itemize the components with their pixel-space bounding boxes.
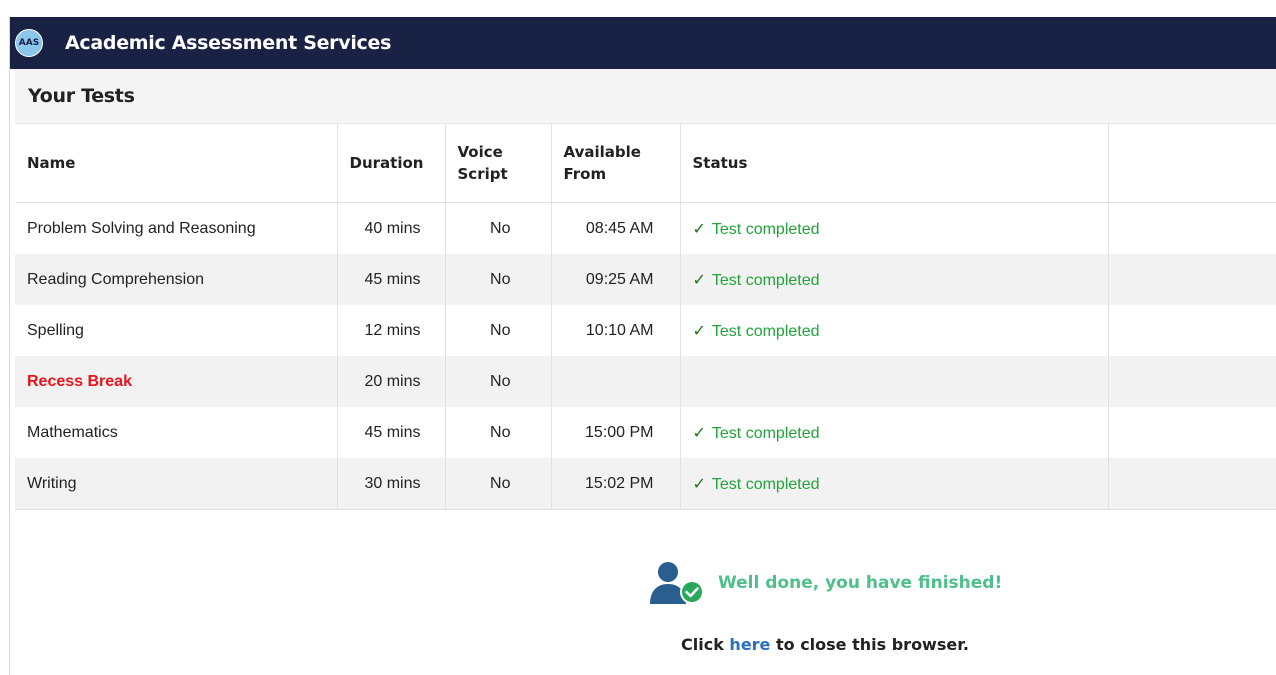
test-duration: 12 mins	[337, 305, 446, 356]
test-available-from: 15:02 PM	[551, 458, 681, 510]
test-voice-script: No	[445, 356, 552, 407]
test-voice-script: No	[445, 305, 552, 356]
table-row: Reading Comprehension 45 mins No 09:25 A…	[15, 254, 1276, 305]
table-row: Recess Break 20 mins No	[15, 356, 1276, 407]
tests-table: Name Duration Voice Script Available Fro…	[15, 124, 1276, 510]
test-status: ✓ Test completed	[680, 254, 1109, 305]
row-empty-cell	[1108, 305, 1276, 356]
check-icon: ✓	[692, 269, 706, 289]
column-header-voice-script: Voice Script	[445, 124, 552, 203]
test-status: ✓ Test completed	[680, 305, 1109, 356]
test-status	[680, 356, 1109, 407]
column-header-voice-line2: Script	[457, 165, 508, 183]
row-empty-cell	[1108, 407, 1276, 458]
table-row: Problem Solving and Reasoning 40 mins No…	[15, 202, 1276, 255]
table-header-row: Name Duration Voice Script Available Fro…	[15, 124, 1276, 203]
test-voice-script: No	[445, 202, 552, 254]
test-status: ✓ Test completed	[680, 458, 1109, 510]
row-empty-cell	[1108, 356, 1276, 407]
table-row: Spelling 12 mins No 10:10 AM ✓ Test compl…	[15, 305, 1276, 356]
row-empty-cell	[1108, 254, 1276, 305]
column-header-available-line2: From	[563, 165, 607, 183]
column-header-name: Name	[15, 124, 338, 203]
test-available-from	[551, 356, 681, 407]
test-voice-script: No	[445, 407, 552, 458]
column-header-voice-line1: Voice	[457, 143, 503, 161]
app-title: Academic Assessment Services	[65, 32, 392, 54]
test-duration: 30 mins	[337, 458, 446, 510]
column-header-available-from: Available From	[551, 124, 681, 203]
test-duration: 20 mins	[337, 356, 446, 407]
check-icon: ✓	[692, 422, 706, 442]
test-duration: 45 mins	[337, 407, 446, 458]
status-text: Test completed	[711, 424, 820, 442]
test-name: Mathematics	[15, 407, 338, 458]
column-header-duration: Duration	[337, 124, 446, 203]
status-text: Test completed	[711, 271, 820, 289]
column-header-empty	[1108, 124, 1276, 203]
finish-message: Well done, you have finished!	[648, 560, 1002, 606]
test-voice-script: No	[445, 254, 552, 305]
test-available-from: 10:10 AM	[551, 305, 681, 356]
table-row: Mathematics 45 mins No 15:00 PM ✓ Test co…	[15, 407, 1276, 458]
test-available-from: 08:45 AM	[551, 202, 681, 254]
section-title: Your Tests	[15, 69, 1276, 124]
top-bar: AAS Academic Assessment Services	[10, 17, 1276, 69]
close-browser-line: Click here to close this browser.	[681, 635, 969, 654]
app-logo: AAS	[15, 29, 43, 57]
test-name: Reading Comprehension	[15, 254, 338, 305]
finish-text: Well done, you have finished!	[718, 573, 1003, 593]
row-empty-cell	[1108, 458, 1276, 510]
test-name-break: Recess Break	[15, 356, 338, 407]
user-check-icon	[650, 562, 704, 604]
table-row: Writing 30 mins No 15:02 PM ✓ Test comple…	[15, 458, 1276, 510]
column-header-available-line1: Available	[563, 143, 641, 161]
test-available-from: 09:25 AM	[551, 254, 681, 305]
tests-panel: Your Tests Name Duration Voice Script Av…	[15, 69, 1276, 510]
close-prefix: Click	[681, 635, 724, 654]
status-text: Test completed	[711, 322, 820, 340]
test-name: Problem Solving and Reasoning	[15, 202, 338, 254]
status-text: Test completed	[711, 220, 820, 238]
test-status: ✓ Test completed	[680, 407, 1109, 458]
test-voice-script: No	[445, 458, 552, 510]
column-header-status: Status	[680, 124, 1109, 203]
app-frame: AAS Academic Assessment Services Your Te…	[9, 17, 1276, 675]
status-text: Test completed	[711, 475, 820, 493]
test-name: Writing	[15, 458, 338, 510]
test-status: ✓ Test completed	[680, 202, 1109, 254]
test-duration: 45 mins	[337, 254, 446, 305]
check-icon: ✓	[692, 218, 706, 238]
test-available-from: 15:00 PM	[551, 407, 681, 458]
row-empty-cell	[1108, 203, 1276, 255]
close-browser-link[interactable]: here	[729, 635, 770, 654]
check-icon: ✓	[692, 473, 706, 493]
test-duration: 40 mins	[337, 202, 446, 254]
close-suffix: to close this browser.	[775, 635, 969, 654]
test-name: Spelling	[15, 305, 338, 356]
check-icon: ✓	[692, 320, 706, 340]
